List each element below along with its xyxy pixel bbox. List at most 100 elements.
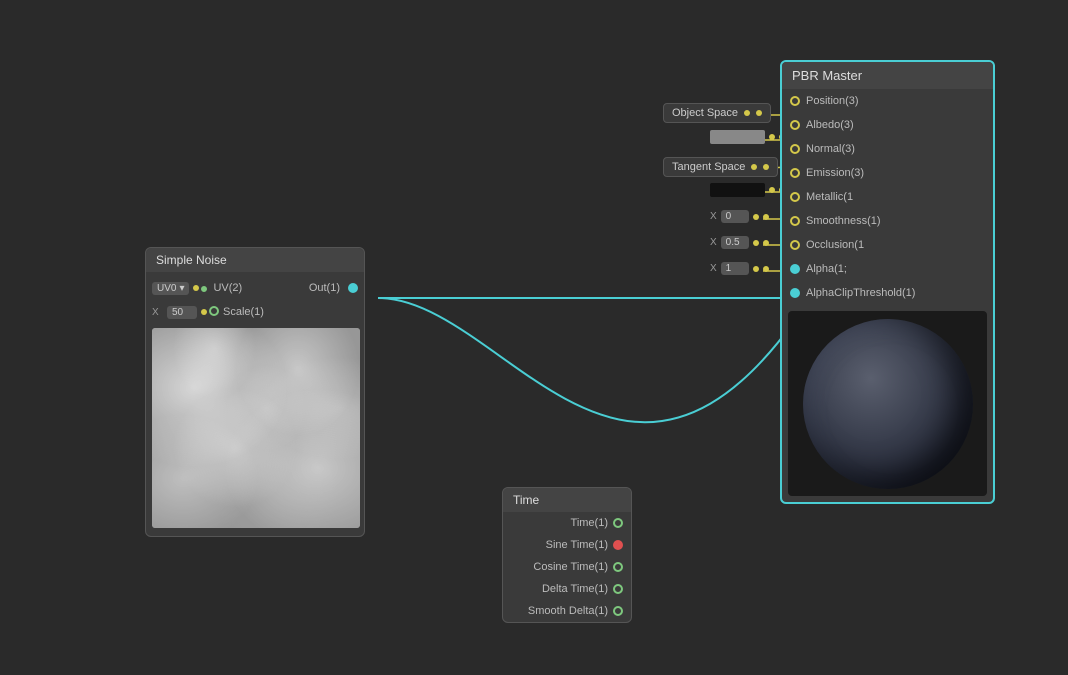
color-dot-1	[769, 134, 775, 140]
pbr-row-position: Position(3)	[782, 89, 993, 113]
uv-dot-2	[201, 281, 207, 295]
pbr-socket-smoothness	[790, 216, 800, 226]
out-label: Out(1)	[309, 282, 340, 294]
sphere	[803, 319, 973, 489]
time-row-cosine: Cosine Time(1)	[503, 556, 631, 578]
uv-socket-label: UV(2)	[213, 282, 242, 294]
noise-texture	[152, 328, 360, 528]
x05-row: X 0.5	[710, 236, 769, 249]
pbr-socket-occlusion	[790, 240, 800, 250]
time-label-time: Time(1)	[511, 517, 613, 529]
pbr-row-emission: Emission(3)	[782, 161, 993, 185]
tangent-space-label: Tangent Space	[672, 161, 745, 173]
x0-row: X 0	[710, 210, 769, 223]
tangent-space-node: Tangent Space	[663, 157, 778, 177]
time-socket-sine	[613, 540, 623, 550]
time-socket-smooth	[613, 606, 623, 616]
simple-noise-title: Simple Noise	[156, 253, 227, 267]
sphere-preview	[788, 311, 987, 496]
uv-green-socket	[201, 286, 207, 292]
pbr-label-occlusion: Occlusion(1	[806, 239, 985, 251]
pbr-row-smoothness: Smoothness(1)	[782, 209, 993, 233]
time-label-smooth: Smooth Delta(1)	[511, 605, 613, 617]
x-prefix: X	[152, 307, 164, 318]
uv-value: UV0	[157, 283, 176, 294]
x0-prefix: X	[710, 211, 717, 222]
time-row-smooth: Smooth Delta(1)	[503, 600, 631, 622]
pbr-row-alphaclip: AlphaClipThreshold(1)	[782, 281, 993, 305]
time-label-sine: Sine Time(1)	[511, 539, 613, 551]
uv-selector[interactable]: UV0 ▾	[152, 282, 189, 295]
obj-dot-1	[744, 110, 750, 116]
uv-row: UV0 ▾ UV(2) Out(1)	[146, 276, 364, 300]
x05-dot-1	[753, 240, 759, 246]
pbr-label-normal: Normal(3)	[806, 143, 985, 155]
time-outputs: Time(1) Sine Time(1) Cosine Time(1) Delt…	[503, 512, 631, 622]
time-title: Time	[513, 493, 539, 507]
time-row-time: Time(1)	[503, 512, 631, 534]
scale-input-group: X 50	[152, 306, 197, 319]
pbr-label-albedo: Albedo(3)	[806, 119, 985, 131]
scale-label: Scale(1)	[223, 306, 264, 318]
uv-arrow: ▾	[179, 283, 184, 294]
x05-dot-2	[763, 240, 769, 246]
pbr-title: PBR Master	[792, 68, 862, 83]
uv-dot-mid	[193, 285, 199, 291]
x1-dot-1	[753, 266, 759, 272]
pbr-row-occlusion: Occlusion(1	[782, 233, 993, 257]
pbr-socket-emission	[790, 168, 800, 178]
color-box-black	[710, 183, 765, 197]
simple-noise-node: Simple Noise UV0 ▾ UV(2) Out(1) X 50	[145, 247, 365, 537]
pbr-socket-albedo	[790, 120, 800, 130]
time-row-delta: Delta Time(1)	[503, 578, 631, 600]
pbr-inputs: Position(3) Albedo(3) Normal(3) Emission…	[782, 89, 993, 305]
pbr-label-alphaclip: AlphaClipThreshold(1)	[806, 287, 985, 299]
pbr-label-smoothness: Smoothness(1)	[806, 215, 985, 227]
pbr-row-normal: Normal(3)	[782, 137, 993, 161]
x05-input[interactable]: 0.5	[721, 236, 749, 249]
simple-noise-header: Simple Noise	[146, 248, 364, 272]
pbr-row-alpha: Alpha(1;	[782, 257, 993, 281]
object-space-node: Object Space	[663, 103, 771, 123]
pbr-master-node: PBR Master Position(3) Albedo(3) Normal(…	[780, 60, 995, 504]
x0-dot-2	[763, 214, 769, 220]
pbr-row-albedo: Albedo(3)	[782, 113, 993, 137]
time-row-sine: Sine Time(1)	[503, 534, 631, 556]
pbr-label-metallic: Metallic(1	[806, 191, 985, 203]
x1-dot-2	[763, 266, 769, 272]
out-socket	[348, 283, 358, 293]
simple-noise-body: UV0 ▾ UV(2) Out(1) X 50 Scale(1)	[146, 272, 364, 536]
pbr-label-emission: Emission(3)	[806, 167, 985, 179]
pbr-master-header: PBR Master	[782, 62, 993, 89]
scale-dot-mid	[201, 309, 207, 315]
object-space-label: Object Space	[672, 107, 738, 119]
scale-green-socket-wrap	[209, 305, 219, 319]
pbr-label-alpha: Alpha(1;	[806, 263, 985, 275]
x1-input[interactable]: 1	[721, 262, 749, 275]
obj-dot-2	[756, 110, 762, 116]
time-header: Time	[503, 488, 631, 512]
color-row-2	[710, 183, 785, 197]
color-dot-3	[769, 187, 775, 193]
scale-input[interactable]: 50	[167, 306, 197, 319]
color-row-1	[710, 130, 785, 144]
scale-row: X 50 Scale(1)	[146, 300, 364, 324]
scale-green-socket	[209, 306, 219, 316]
time-label-cosine: Cosine Time(1)	[511, 561, 613, 573]
pbr-socket-normal	[790, 144, 800, 154]
pbr-socket-alphaclip	[790, 288, 800, 298]
pbr-row-metallic: Metallic(1	[782, 185, 993, 209]
x05-prefix: X	[710, 237, 717, 248]
noise-preview	[152, 328, 360, 528]
x0-input[interactable]: 0	[721, 210, 749, 223]
pbr-label-position: Position(3)	[806, 95, 985, 107]
tan-dot-2	[763, 164, 769, 170]
color-box-gray	[710, 130, 765, 144]
pbr-socket-alpha	[790, 264, 800, 274]
time-socket-time	[613, 518, 623, 528]
x1-prefix: X	[710, 263, 717, 274]
time-node: Time Time(1) Sine Time(1) Cosine Time(1)…	[502, 487, 632, 623]
time-label-delta: Delta Time(1)	[511, 583, 613, 595]
x0-dot-1	[753, 214, 759, 220]
pbr-socket-metallic	[790, 192, 800, 202]
